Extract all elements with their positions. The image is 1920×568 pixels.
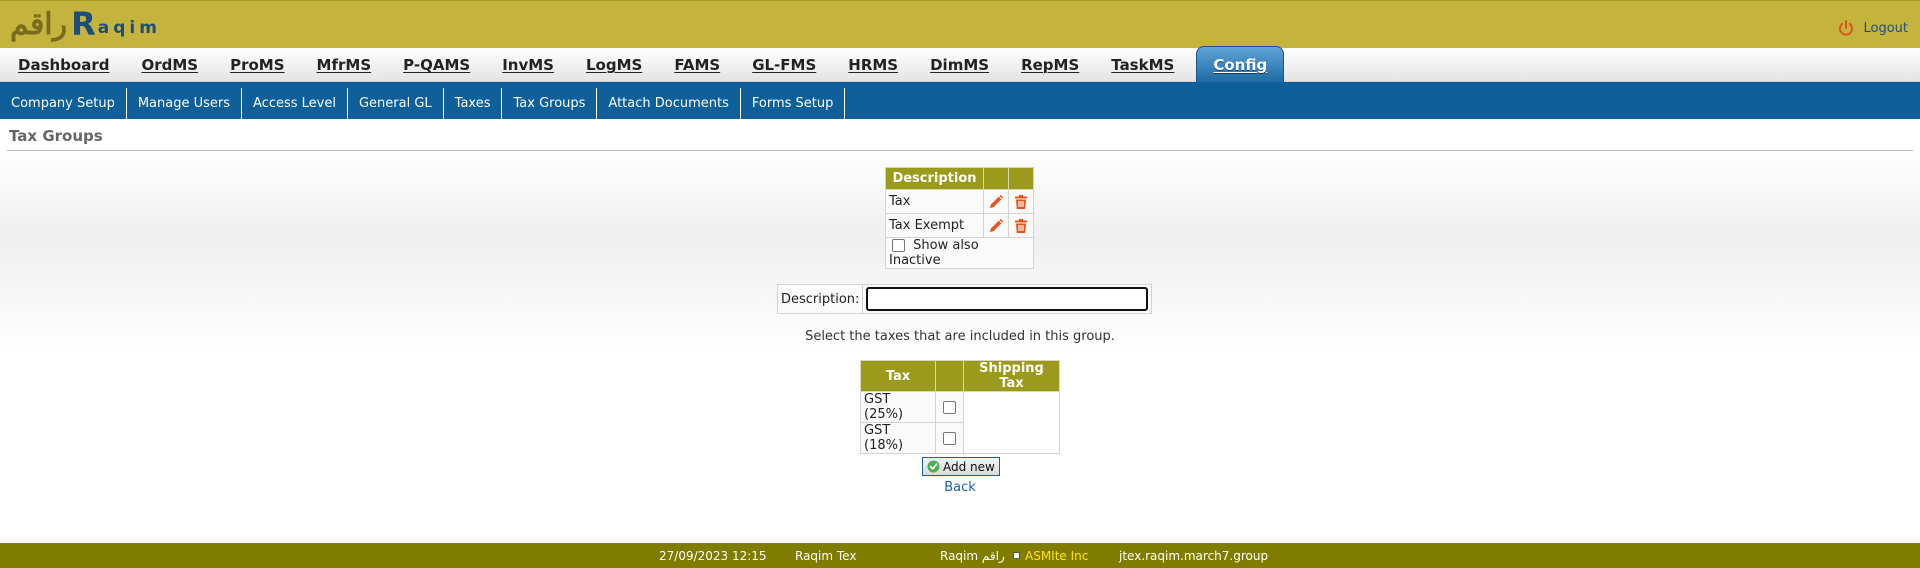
footer-datetime: 27/09/2023 12:15: [659, 549, 767, 563]
edit-button[interactable]: [983, 213, 1009, 238]
subnav-tax-groups[interactable]: Tax Groups: [502, 88, 598, 119]
trash-icon: [1015, 218, 1027, 233]
show-inactive-checkbox[interactable]: [892, 239, 905, 252]
footer: 27/09/2023 12:15 Raqim Tex Raqim راقم AS…: [0, 543, 1920, 568]
nav-hrms[interactable]: HRMS: [832, 48, 914, 82]
description-label: Description:: [778, 285, 864, 313]
include-cell: [935, 422, 964, 454]
footer-brand: Raqim راقم: [940, 549, 1005, 563]
column-header-delete: [1008, 167, 1034, 190]
logout-button[interactable]: Logout: [1837, 19, 1908, 37]
footer-app-name: Raqim Tex: [795, 549, 857, 563]
nav-dashboard[interactable]: Dashboard: [2, 48, 125, 82]
power-icon: [1839, 20, 1854, 36]
nav-mfrms[interactable]: MfrMS: [301, 48, 388, 82]
nav-invms[interactable]: InvMS: [486, 48, 570, 82]
footer-host: jtex.raqim.march7.group: [1119, 549, 1269, 563]
check-circle-icon: [927, 460, 940, 473]
table-row: GST (25%): [860, 391, 1060, 454]
trash-icon: [1015, 194, 1027, 209]
add-new-button[interactable]: Add new: [922, 457, 1000, 476]
include-tax-checkbox[interactable]: [943, 431, 956, 445]
column-header-description: Description: [885, 167, 984, 190]
app-header: راقم R aqim Logout: [0, 0, 1920, 48]
main-nav: Dashboard OrdMS ProMS MfrMS P-QAMS InvMS…: [0, 46, 1920, 82]
back-link-label[interactable]: Back: [944, 480, 976, 495]
nav-p-qams[interactable]: P-QAMS: [387, 48, 486, 82]
tax-groups-table: Description Tax Tax Exempt Show also Ina…: [885, 167, 1034, 269]
back-link[interactable]: Back: [0, 480, 1920, 495]
table-row: Tax Exempt: [885, 213, 1034, 238]
raqim-logo[interactable]: راقم R aqim: [10, 5, 161, 43]
footer-company[interactable]: ASMIte Inc: [1025, 549, 1088, 563]
logout-label: Logout: [1863, 20, 1908, 36]
show-inactive-row: Show also Inactive: [885, 237, 1034, 269]
subnav-access-level[interactable]: Access Level: [242, 88, 348, 119]
nav-logms[interactable]: LogMS: [570, 48, 658, 82]
logo-arabic-text: راقم: [10, 6, 68, 42]
include-cell: [935, 391, 964, 423]
pencil-icon: [990, 218, 1004, 232]
add-new-label: Add new: [943, 459, 995, 474]
nav-config[interactable]: Config: [1196, 46, 1285, 82]
table-row: Tax: [885, 189, 1034, 214]
nav-fams[interactable]: FAMS: [658, 48, 736, 82]
logo-text: aqim: [97, 18, 161, 38]
description-row: Description:: [777, 284, 1153, 314]
show-inactive-cell: Show also Inactive: [885, 237, 1034, 269]
tax-name: GST (18%): [860, 422, 936, 454]
subnav-forms-setup[interactable]: Forms Setup: [741, 88, 846, 119]
delete-button[interactable]: [1008, 189, 1034, 214]
subnav-general-gl[interactable]: General GL: [348, 88, 444, 119]
column-header-edit: [983, 167, 1009, 190]
page-title: Tax Groups: [9, 127, 103, 145]
nav-gl-fms[interactable]: GL-FMS: [736, 48, 832, 82]
tax-selection-table: Tax Shipping Tax GST (25%) GST (18%): [860, 360, 1060, 454]
delete-button[interactable]: [1008, 213, 1034, 238]
column-header-include: [935, 360, 964, 392]
edit-button[interactable]: [983, 189, 1009, 214]
group-description: Tax: [885, 189, 984, 214]
logo-mark: R: [71, 5, 96, 43]
pencil-icon: [990, 194, 1004, 208]
taxes-hint: Select the taxes that are included in th…: [805, 329, 1115, 344]
column-header-shipping-tax: Shipping Tax: [963, 360, 1060, 392]
nav-proms[interactable]: ProMS: [214, 48, 300, 82]
subnav-attach-documents[interactable]: Attach Documents: [597, 88, 741, 119]
nav-ordms[interactable]: OrdMS: [125, 48, 214, 82]
subnav-taxes[interactable]: Taxes: [444, 88, 503, 119]
nav-repms[interactable]: RepMS: [1005, 48, 1095, 82]
tax-name: GST (25%): [860, 391, 936, 423]
title-divider: [7, 150, 1913, 151]
subnav-manage-users[interactable]: Manage Users: [127, 88, 243, 119]
nav-taskms[interactable]: TaskMS: [1095, 48, 1190, 82]
shipping-tax-cell: [963, 391, 1060, 454]
footer-separator-icon: [1013, 552, 1020, 559]
include-tax-checkbox[interactable]: [943, 400, 956, 414]
description-input[interactable]: [866, 287, 1149, 311]
sub-nav: Company Setup Manage Users Access Level …: [0, 82, 1920, 119]
subnav-company-setup[interactable]: Company Setup: [0, 88, 127, 119]
nav-dimms[interactable]: DimMS: [914, 48, 1005, 82]
group-description: Tax Exempt: [885, 213, 984, 238]
column-header-tax: Tax: [860, 360, 936, 392]
